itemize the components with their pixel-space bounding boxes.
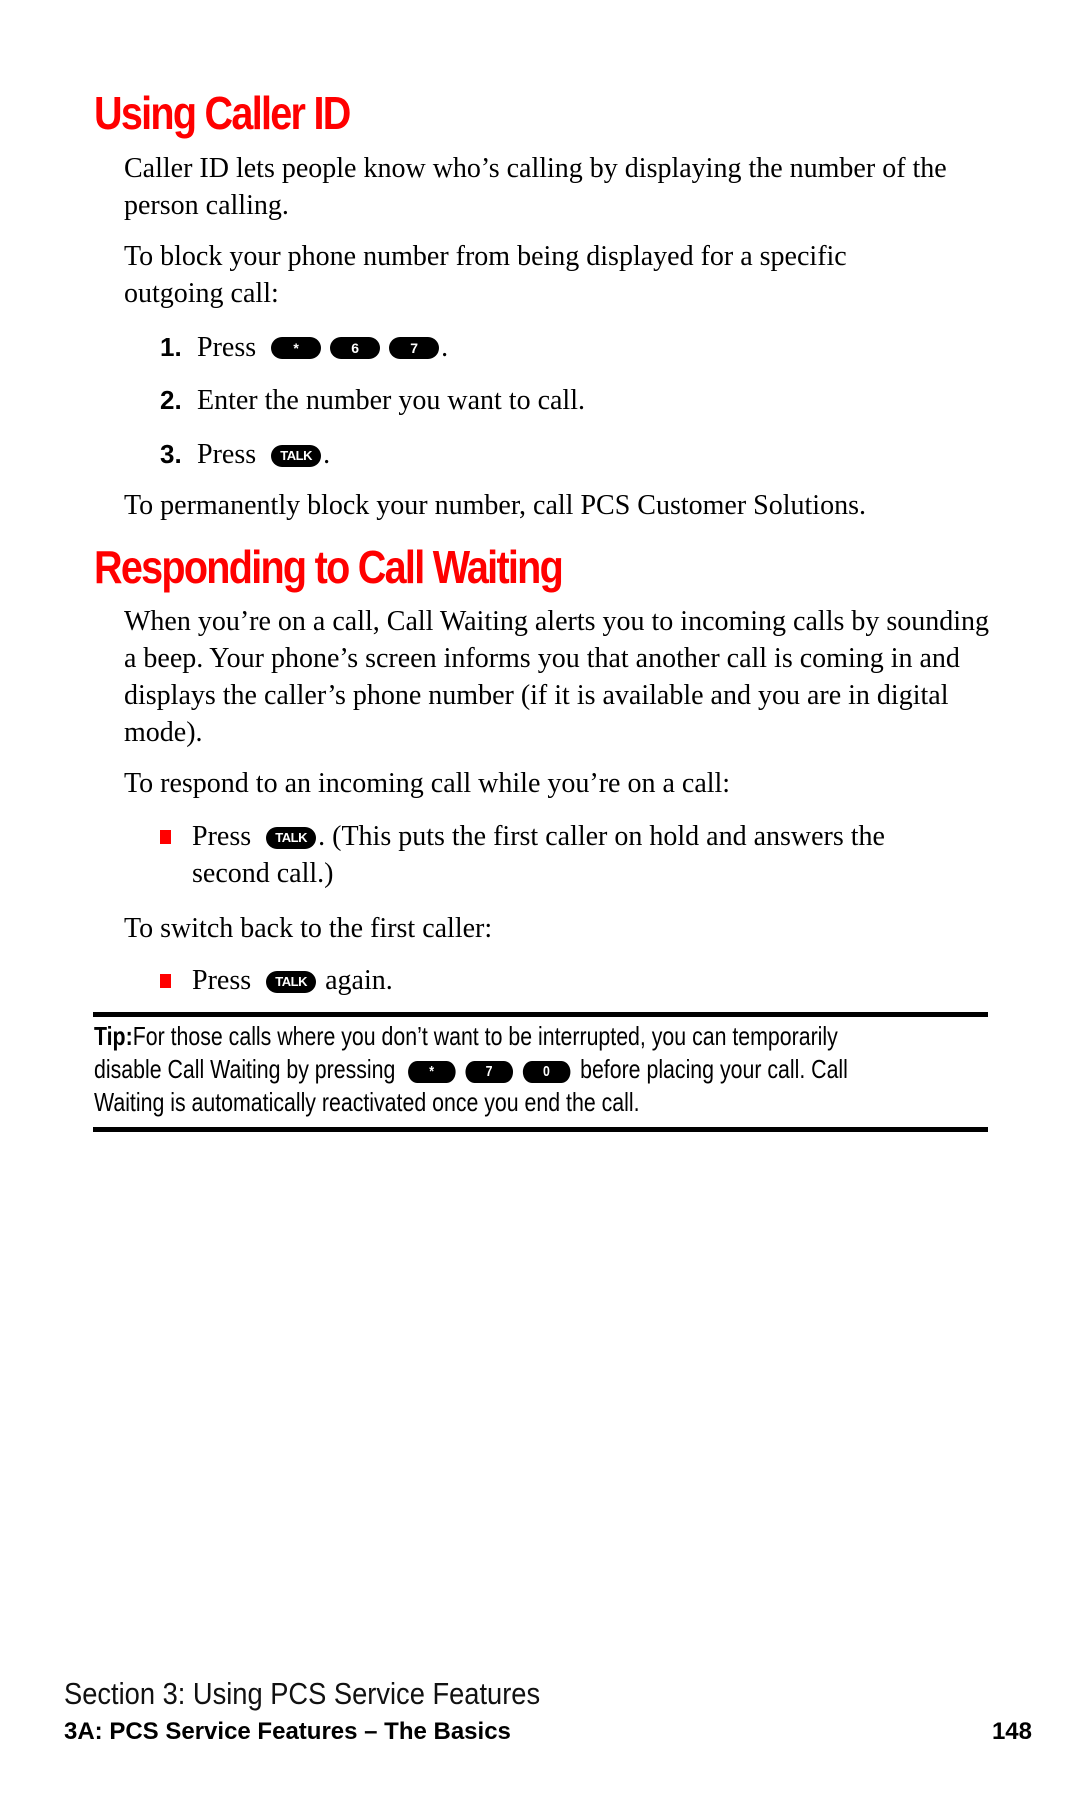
step-text: Press <box>197 332 257 363</box>
tip-bottom-rule <box>93 1127 988 1132</box>
page-number: 148 <box>991 1718 1032 1745</box>
step-text: Press <box>197 439 257 470</box>
six-key-icon: 6 <box>330 337 381 359</box>
step-number: 3. <box>160 439 182 469</box>
step-1: 1. Press * 6 7. <box>160 329 448 366</box>
step-suffix: . <box>323 439 331 470</box>
zero-key-icon: 0 <box>522 1061 571 1083</box>
tip-line-2: disable Call Waiting by pressing * 7 0 befo… <box>94 1053 914 1086</box>
tip-line-1: Tip:For those calls where you don’t want… <box>94 1020 914 1053</box>
switch-intro: To switch back to the first caller: <box>124 913 493 944</box>
permanent-block-note: To permanently block your number, call P… <box>124 490 866 521</box>
caller-id-intro: Caller ID lets people know who’s calling… <box>124 153 947 221</box>
footer-section-title: Section 3: Using PCS Service Features <box>64 1676 541 1711</box>
bullet-text: Press <box>192 965 252 996</box>
step-2: 2. Enter the number you want to call. <box>160 382 585 419</box>
bullet-square-icon <box>160 830 171 844</box>
respond-intro: To respond to an incoming call while you… <box>124 768 731 799</box>
tip-text: before placing your call. Call <box>580 1054 848 1084</box>
step-number: 1. <box>160 332 182 362</box>
step-3: 3. Press TALK. <box>160 436 330 473</box>
seven-key-icon: 7 <box>465 1061 513 1083</box>
talk-key-icon: TALK <box>266 971 317 993</box>
call-waiting-intro: When you’re on a call, Call Waiting aler… <box>124 606 990 748</box>
talk-key-icon: TALK <box>271 445 322 467</box>
heading-using-caller-id: Using Caller ID <box>94 87 351 139</box>
step-number: 2. <box>160 385 182 415</box>
bullet-rest: again. <box>325 965 393 996</box>
tip-top-rule <box>93 1012 988 1017</box>
bullet-text: Press <box>192 821 252 852</box>
star-key-icon: * <box>407 1061 456 1083</box>
bullet-square-icon <box>160 974 171 988</box>
talk-key-icon: TALK <box>266 827 317 849</box>
step-text: Enter the number you want to call. <box>197 385 585 416</box>
tip-box: Tip:For those calls where you don’t want… <box>94 1020 914 1119</box>
heading-call-waiting: Responding to Call Waiting <box>94 541 564 593</box>
tip-line-3: Waiting is automatically reactivated onc… <box>94 1087 640 1117</box>
tip-text: For those calls where you don’t want to … <box>132 1021 838 1051</box>
tip-label: Tip: <box>94 1021 133 1051</box>
step-suffix: . <box>441 332 449 363</box>
bullet-rest: . (This puts the first caller on hold an… <box>318 821 885 852</box>
tip-text: disable Call Waiting by pressing <box>94 1054 396 1084</box>
bullet-rest-line2: second call.) <box>192 858 334 889</box>
block-intro: To block your phone number from being di… <box>124 241 847 309</box>
footer-chapter-title: 3A: PCS Service Features – The Basics <box>64 1718 511 1745</box>
star-key-icon: * <box>271 337 322 359</box>
seven-key-icon: 7 <box>389 337 440 359</box>
